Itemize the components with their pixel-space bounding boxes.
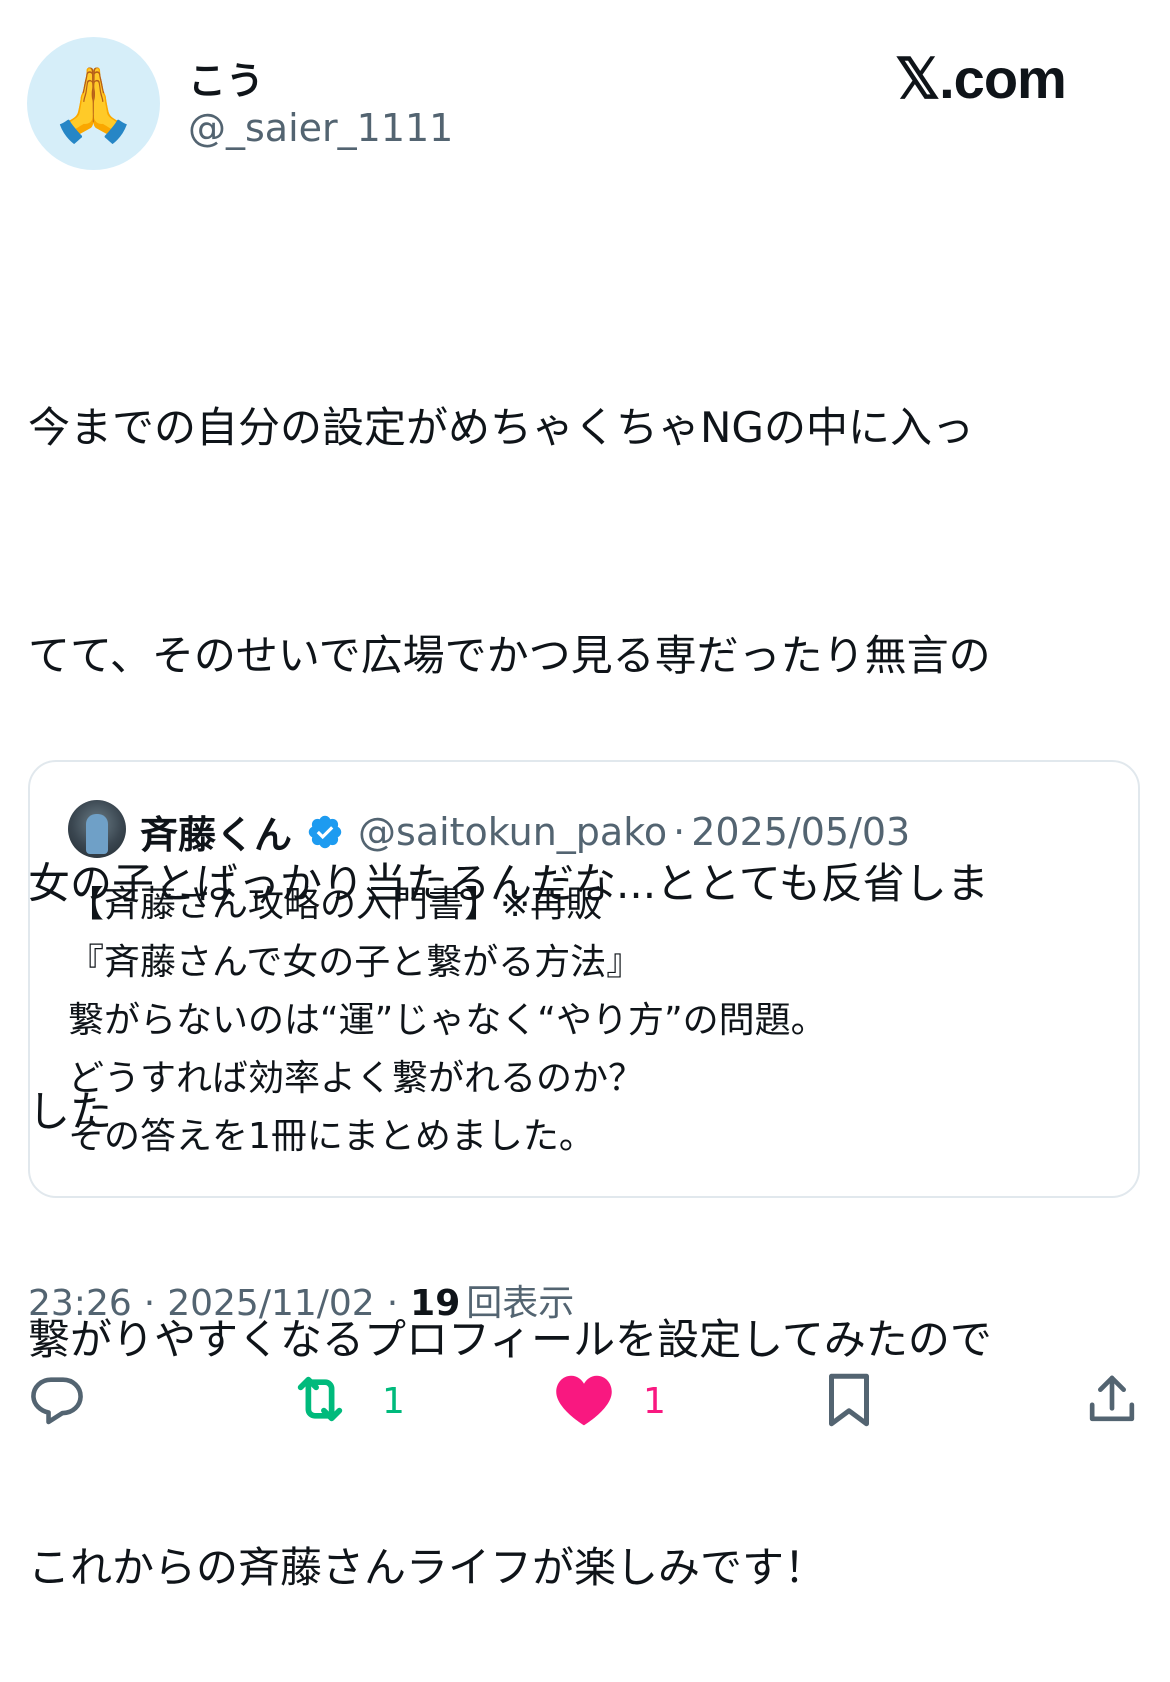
share-icon bbox=[1084, 1370, 1140, 1432]
bookmark-icon bbox=[824, 1370, 874, 1434]
separator-dot: · bbox=[673, 809, 686, 854]
quoted-author-avatar[interactable] bbox=[68, 800, 126, 858]
x-com-logo: 𝕏.com bbox=[895, 46, 1067, 112]
quoted-tweet-line: その答えを1冊にまとめました。 bbox=[68, 1116, 595, 1157]
author-avatar[interactable]: 🙏 bbox=[27, 37, 160, 170]
share-button[interactable] bbox=[1084, 1370, 1140, 1432]
quoted-tweet-line: 繋がらないのは“運”じゃなく“やり方”の問題。 bbox=[68, 1000, 827, 1041]
x-com-suffix: .com bbox=[939, 47, 1067, 110]
separator-dot: · bbox=[386, 1283, 399, 1324]
tweet-line: てて、そのせいで広場でかつ見る専だったり無言の bbox=[28, 631, 991, 680]
author-handle[interactable]: @_saier_1111 bbox=[188, 106, 453, 150]
views-count: 19 bbox=[410, 1283, 461, 1324]
x-logo-icon: 𝕏 bbox=[895, 47, 940, 110]
quoted-tweet-line: 【斉藤さん攻略の入門書】※再販 bbox=[68, 884, 603, 925]
like-button[interactable]: 1 bbox=[553, 1370, 666, 1432]
heart-icon bbox=[553, 1370, 615, 1432]
verified-badge-icon bbox=[306, 813, 344, 851]
quoted-tweet-header: 斉藤くん @saitokun_pako · 2025/05/03 bbox=[140, 804, 910, 859]
reply-icon bbox=[28, 1370, 86, 1432]
bookmark-button[interactable] bbox=[824, 1370, 874, 1434]
quoted-author-name[interactable]: 斉藤くん bbox=[140, 804, 292, 859]
separator-dot: · bbox=[143, 1283, 156, 1324]
retweet-icon bbox=[286, 1368, 354, 1434]
like-count: 1 bbox=[643, 1380, 666, 1422]
quoted-tweet-card[interactable]: 斉藤くん @saitokun_pako · 2025/05/03 【斉藤さん攻略… bbox=[28, 760, 1140, 1198]
tweet-date[interactable]: 2025/11/02 bbox=[167, 1283, 375, 1324]
retweet-button[interactable]: 1 bbox=[286, 1368, 405, 1434]
retweet-count: 1 bbox=[382, 1380, 405, 1422]
avatar-figure bbox=[86, 814, 108, 854]
quoted-tweet-line: 『斉藤さんで女の子と繋がる方法』 bbox=[68, 942, 643, 983]
action-bar: 1 1 bbox=[0, 1360, 1170, 1440]
tweet-meta: 23:26 · 2025/11/02 · 19 回表示 bbox=[28, 1274, 574, 1326]
tweet-line: 今までの自分の設定がめちゃくちゃNGの中に入っ bbox=[28, 403, 974, 452]
quoted-author-handle[interactable]: @saitokun_pako bbox=[358, 810, 667, 854]
views-label: 回表示 bbox=[466, 1283, 575, 1324]
quoted-tweet-text: 【斉藤さん攻略の入門書】※再販 『斉藤さんで女の子と繋がる方法』 繋がらないのは… bbox=[68, 876, 1108, 1166]
quoted-tweet-line: どうすれば効率よく繋がれるのか？ bbox=[68, 1058, 645, 1099]
author-display-name[interactable]: こう bbox=[188, 50, 264, 105]
tweet-time[interactable]: 23:26 bbox=[28, 1283, 132, 1324]
folded-hands-emoji: 🙏 bbox=[48, 61, 139, 146]
tweet-line: これからの斉藤さんライフが楽しみです！ bbox=[28, 1543, 827, 1592]
reply-button[interactable] bbox=[28, 1370, 86, 1432]
quoted-tweet-date[interactable]: 2025/05/03 bbox=[691, 810, 910, 854]
